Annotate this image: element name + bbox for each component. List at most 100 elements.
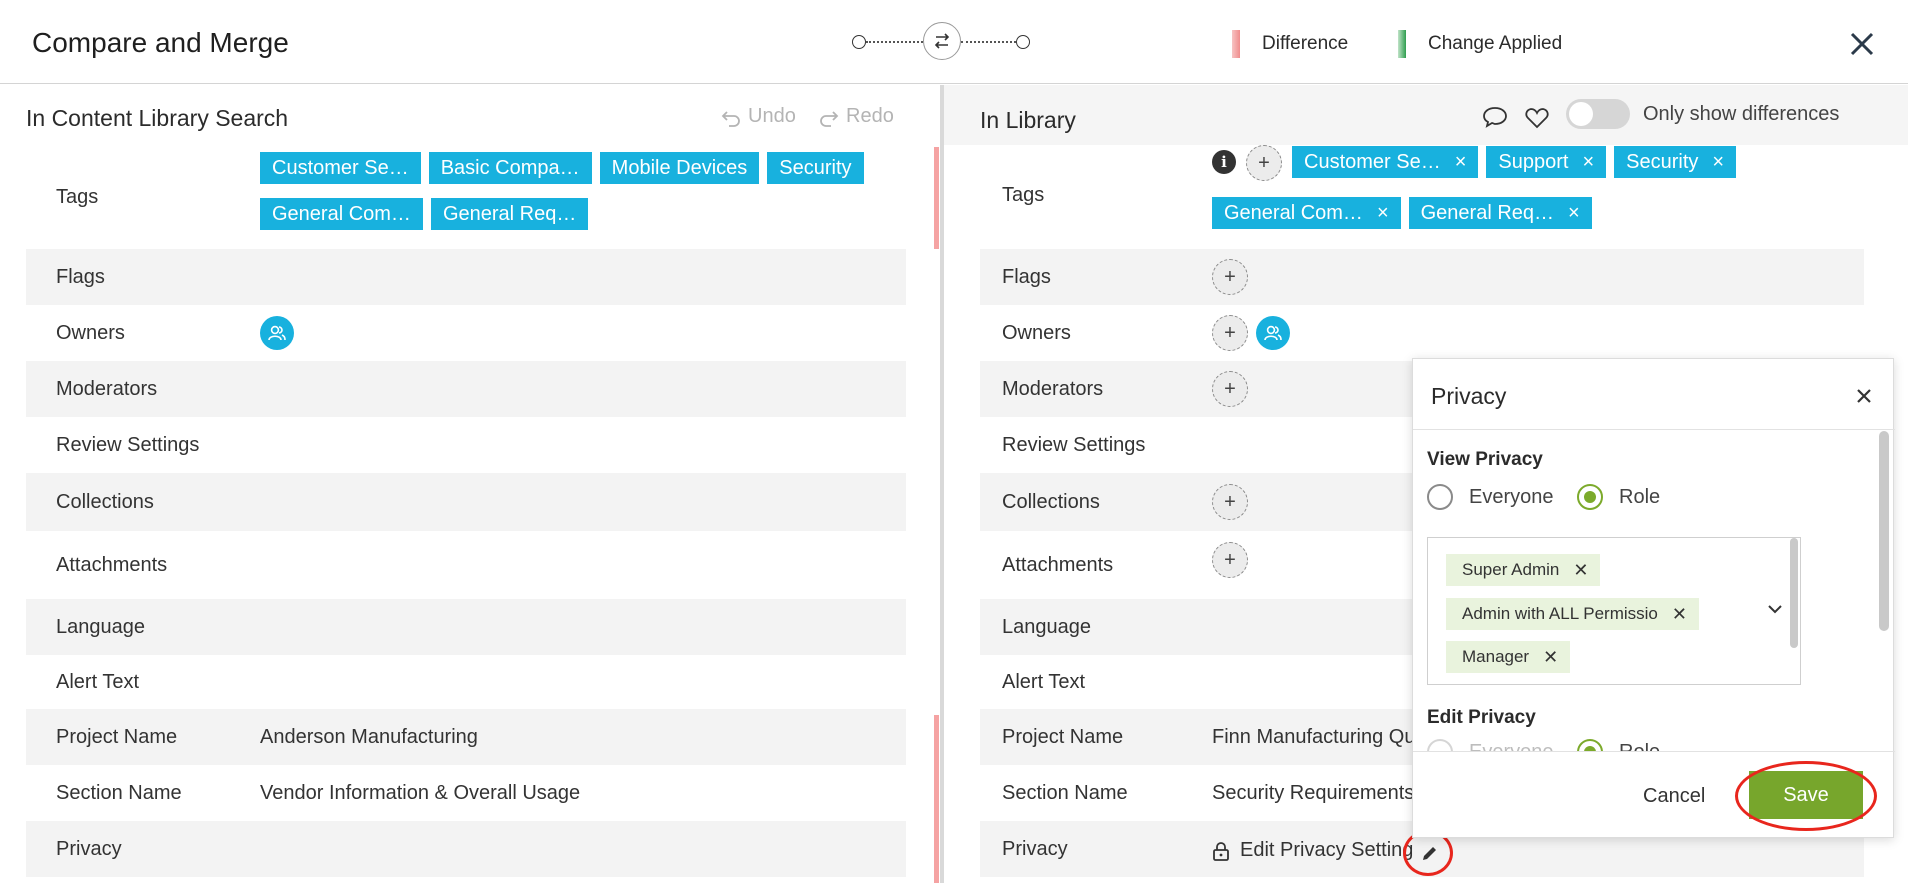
tag[interactable]: Security bbox=[767, 152, 864, 184]
section-name-value: Security Requirements bbox=[1212, 781, 1415, 804]
toggle-knob bbox=[1569, 102, 1593, 126]
right-panel-title: In Library bbox=[980, 107, 1076, 133]
row-flags: Flags bbox=[980, 249, 1864, 305]
row-moderators: Moderators bbox=[26, 361, 906, 417]
tag[interactable]: Basic Compa… bbox=[428, 152, 592, 184]
tag[interactable]: Mobile Devices bbox=[599, 152, 760, 184]
popup-header-divider bbox=[1413, 429, 1895, 430]
row-privacy: Privacy bbox=[26, 821, 906, 877]
dialog-title: Compare and Merge bbox=[32, 27, 289, 58]
add-collection-button[interactable]: + bbox=[1212, 484, 1248, 520]
save-highlight-ring bbox=[1735, 761, 1877, 831]
remove-tag-icon[interactable]: × bbox=[1377, 202, 1389, 225]
remove-tag-icon[interactable]: × bbox=[1582, 151, 1594, 174]
row-alert-text: Alert Text bbox=[56, 670, 139, 693]
privacy-popup-title: Privacy bbox=[1431, 383, 1507, 409]
popup-scrollbar[interactable] bbox=[1879, 431, 1889, 631]
info-icon[interactable]: i bbox=[1212, 150, 1236, 174]
add-moderator-button[interactable]: + bbox=[1212, 371, 1248, 407]
row-review-settings: Review Settings bbox=[56, 433, 200, 456]
view-privacy-everyone-radio[interactable]: Everyone bbox=[1427, 484, 1554, 510]
row-owners: Owners bbox=[26, 305, 906, 361]
role-chip: Super Admin ✕ bbox=[1446, 554, 1601, 586]
dialog-header: Compare and Merge Difference Change Appl… bbox=[0, 0, 1908, 84]
select-scrollbar[interactable] bbox=[1790, 538, 1798, 648]
remove-role-icon[interactable]: ✕ bbox=[1672, 604, 1687, 625]
tag[interactable]: General Req… bbox=[430, 198, 589, 230]
tag[interactable]: Customer Se… × bbox=[1292, 146, 1479, 178]
right-tag-list-row2: General Com… × General Req… × bbox=[1212, 197, 1600, 229]
row-tags: Tags Customer Se… Basic Compa… Mobile De… bbox=[26, 145, 906, 249]
left-panel: In Content Library Search Undo Redo Tags… bbox=[0, 85, 940, 883]
view-privacy-role-radio[interactable]: Role bbox=[1577, 484, 1660, 510]
connector-right bbox=[961, 41, 1016, 43]
add-tag-button[interactable]: + bbox=[1246, 145, 1282, 181]
cancel-button[interactable]: Cancel bbox=[1643, 785, 1705, 808]
tag[interactable]: Security × bbox=[1614, 146, 1737, 178]
remove-role-icon[interactable]: ✕ bbox=[1543, 647, 1558, 668]
close-icon[interactable] bbox=[1853, 385, 1875, 407]
row-owners: Owners bbox=[1002, 321, 1071, 344]
remove-tag-icon[interactable]: × bbox=[1712, 151, 1724, 174]
left-tag-list: Customer Se… Basic Compa… Mobile Devices… bbox=[260, 152, 872, 230]
role-chip: Admin with ALL Permissio ✕ bbox=[1446, 598, 1699, 630]
remove-tag-icon[interactable]: × bbox=[1568, 202, 1580, 225]
role-chip: Manager ✕ bbox=[1446, 641, 1571, 673]
edit-privacy-setting-link[interactable]: Edit Privacy Setting bbox=[1240, 839, 1413, 862]
redo-button[interactable]: Redo bbox=[818, 105, 894, 128]
legend-difference: Difference bbox=[1232, 30, 1348, 58]
section-name-value: Vendor Information & Overall Usage bbox=[260, 781, 581, 804]
remove-tag-icon[interactable]: × bbox=[1455, 151, 1467, 174]
tag[interactable]: General Req… × bbox=[1408, 197, 1592, 229]
add-attachment-button[interactable]: + bbox=[1212, 542, 1248, 578]
owner-group-icon[interactable] bbox=[1256, 316, 1290, 350]
swap-arrows-icon bbox=[934, 33, 950, 49]
comment-icon[interactable] bbox=[1482, 105, 1508, 129]
tag[interactable]: General Com… bbox=[260, 198, 423, 230]
row-attachments: Attachments bbox=[56, 553, 168, 576]
popup-footer-divider bbox=[1413, 751, 1895, 752]
fields-difference-marker bbox=[934, 715, 939, 883]
edit-privacy-everyone-radio[interactable]: Everyone bbox=[1427, 739, 1554, 751]
edit-privacy-options-clipped: Everyone Role bbox=[1413, 735, 1878, 751]
privacy-popup: Privacy View Privacy Everyone Role Super… bbox=[1412, 358, 1895, 838]
row-flags: Flags bbox=[26, 249, 906, 305]
redo-icon bbox=[820, 110, 839, 127]
tag[interactable]: Support × bbox=[1486, 146, 1607, 178]
project-name-value: Anderson Manufacturing bbox=[260, 725, 478, 748]
change-applied-swatch bbox=[1398, 30, 1406, 58]
row-language: Language bbox=[26, 599, 906, 655]
edit-privacy-role-radio[interactable]: Role bbox=[1577, 739, 1660, 751]
add-owner-button[interactable]: + bbox=[1212, 315, 1248, 351]
tags-difference-marker bbox=[934, 147, 939, 249]
right-tag-list-row1: Customer Se… × Support × Security × bbox=[1292, 146, 1744, 178]
chevron-down-icon[interactable] bbox=[1766, 602, 1784, 616]
project-name-value: Finn Manufacturing Qu bbox=[1212, 725, 1416, 748]
undo-button[interactable]: Undo bbox=[720, 105, 796, 128]
connector-left bbox=[866, 41, 923, 43]
owner-group-icon[interactable] bbox=[260, 316, 294, 350]
view-privacy-heading: View Privacy bbox=[1427, 449, 1543, 470]
legend-change-applied: Change Applied bbox=[1398, 30, 1562, 58]
merge-direction-control bbox=[852, 22, 1030, 62]
close-icon[interactable] bbox=[1846, 28, 1878, 60]
add-flag-button[interactable]: + bbox=[1212, 259, 1248, 295]
row-section-name: Section Name Vendor Information & Overal… bbox=[56, 781, 581, 804]
swap-direction-button[interactable] bbox=[923, 22, 961, 60]
target-node bbox=[1016, 35, 1030, 49]
role-multiselect[interactable]: Super Admin ✕ Admin with ALL Permissio ✕ M… bbox=[1427, 537, 1801, 685]
lock-icon bbox=[1213, 842, 1229, 861]
heart-icon[interactable] bbox=[1524, 106, 1550, 130]
tag[interactable]: Customer Se… bbox=[260, 152, 421, 184]
undo-icon bbox=[721, 110, 740, 127]
left-panel-title: In Content Library Search bbox=[26, 105, 289, 131]
difference-swatch bbox=[1232, 30, 1240, 58]
row-collections: Collections bbox=[26, 473, 906, 531]
only-show-differences-toggle[interactable] bbox=[1566, 99, 1630, 129]
source-node bbox=[852, 35, 866, 49]
tag[interactable]: General Com… × bbox=[1212, 197, 1401, 229]
only-show-differences-label: Only show differences bbox=[1643, 103, 1840, 125]
row-project-name: Project Name Anderson Manufacturing bbox=[26, 709, 906, 765]
remove-role-icon[interactable]: ✕ bbox=[1573, 560, 1588, 581]
edit-privacy-heading: Edit Privacy bbox=[1427, 707, 1536, 728]
